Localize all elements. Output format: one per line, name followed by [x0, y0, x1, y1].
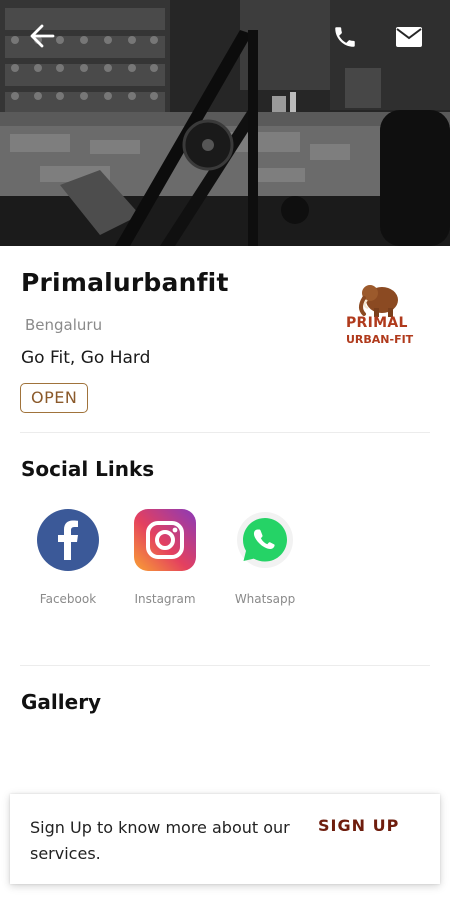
hero-image [0, 0, 450, 246]
email-button[interactable] [392, 20, 426, 54]
facebook-label: Facebook [39, 592, 97, 606]
facebook-icon [37, 509, 99, 571]
signup-card: Sign Up to know more about our services.… [10, 794, 440, 884]
instagram-link[interactable]: Instagram [120, 508, 210, 608]
social-links-title: Social Links [21, 457, 155, 481]
divider [20, 665, 430, 666]
signup-message: Sign Up to know more about our services. [30, 818, 290, 863]
gym-tagline: Go Fit, Go Hard [21, 348, 151, 368]
top-bar [0, 0, 450, 76]
instagram-icon [134, 509, 196, 571]
mammoth-logo-icon [359, 285, 398, 317]
status-badge: OPEN [20, 383, 89, 413]
signup-button[interactable]: SIGN UP [318, 816, 399, 835]
back-button[interactable] [24, 18, 60, 54]
whatsapp-link[interactable]: Whatsapp [220, 508, 310, 608]
gym-name: Primalurbanfit [21, 268, 229, 297]
mail-icon [396, 27, 422, 47]
logo-text-primal: PRIMAL [346, 315, 408, 331]
gym-location: Bengaluru [25, 316, 103, 334]
arrow-left-icon [30, 24, 55, 48]
whatsapp-icon [237, 512, 293, 568]
whatsapp-label: Whatsapp [234, 592, 296, 606]
phone-icon [335, 27, 355, 47]
gym-logo: PRIMAL URBAN-FIT [340, 280, 420, 352]
gallery-title: Gallery [21, 690, 102, 714]
instagram-label: Instagram [134, 592, 196, 606]
divider [20, 432, 430, 433]
logo-text-urbanfit: URBAN-FIT [346, 333, 414, 346]
facebook-link[interactable]: Facebook [23, 508, 113, 608]
call-button[interactable] [328, 20, 362, 54]
